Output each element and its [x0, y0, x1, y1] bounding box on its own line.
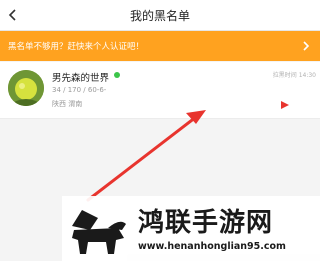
banner-text: 黑名单不够用？赶快来个人认证吧！	[8, 42, 145, 52]
watermark-title: 鸿联手游网	[138, 208, 274, 238]
user-stats: 34 / 170 / 60-6-	[52, 86, 107, 94]
user-name: 男先森的世界	[52, 73, 110, 84]
online-status-dot	[114, 72, 120, 78]
play-triangle-icon[interactable]	[280, 100, 290, 110]
page-title: 我的黑名单	[129, 9, 190, 23]
verification-banner[interactable]: 黑名单不够用？赶快来个人认证吧！	[0, 31, 320, 61]
user-location: 陕西 渭南	[52, 100, 83, 108]
bison-logo	[72, 210, 126, 254]
chevron-right-icon	[303, 41, 310, 51]
watermark-url: www.henanhonglian95.com	[138, 241, 286, 252]
blocked-time: 拉黑时间 14:30	[272, 72, 316, 79]
watermark: 鸿联手游网 www.henanhonglian95.com	[62, 196, 320, 261]
app-header: 我的黑名单	[0, 0, 320, 31]
avatar	[8, 70, 44, 106]
avatar-image	[8, 70, 44, 106]
blocked-user-item[interactable]: 男先森的世界 34 / 170 / 60-6- 陕西 渭南 拉黑时间 14:30	[0, 62, 320, 119]
